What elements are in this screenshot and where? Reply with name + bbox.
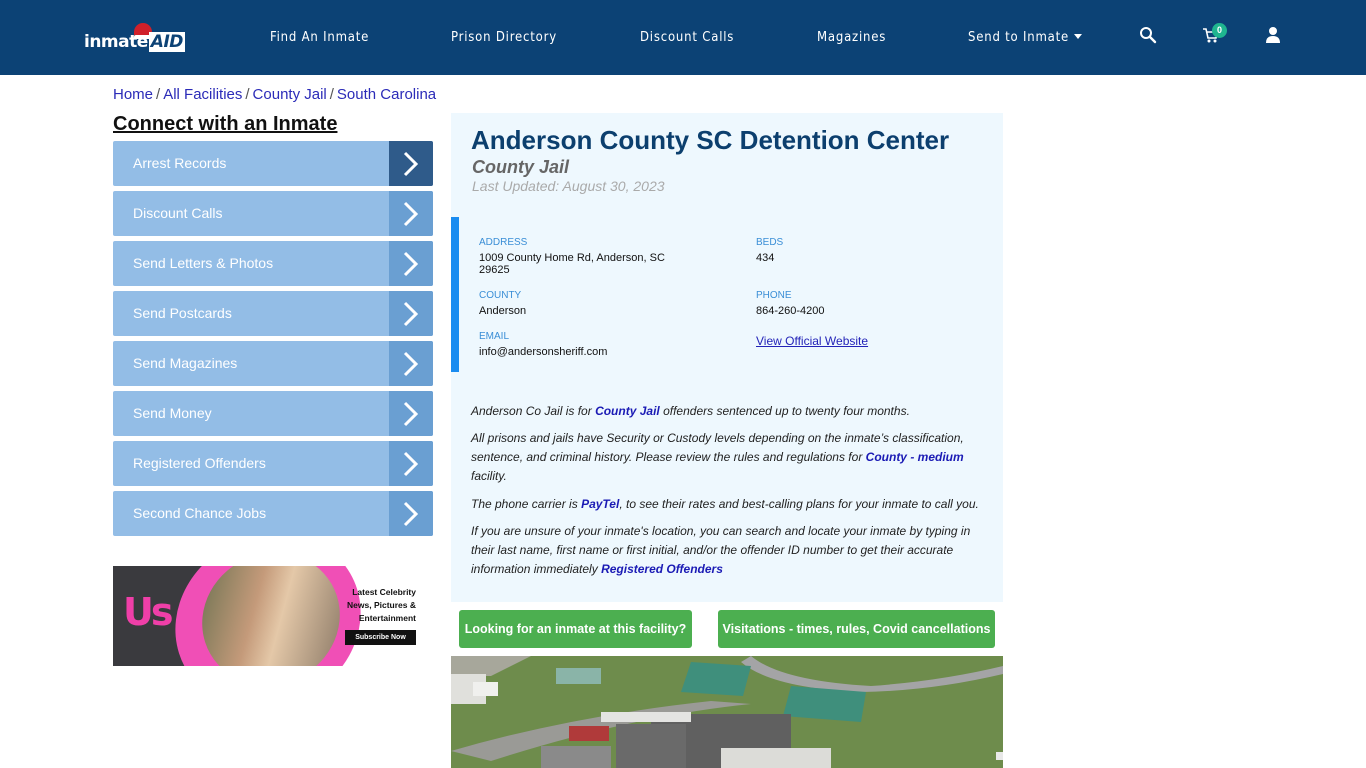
breadcrumb-county-jail[interactable]: County Jail	[253, 86, 327, 103]
cart-count-badge: 0	[1212, 23, 1227, 38]
top-navigation-bar: inmate AID Find An Inmate Prison Director…	[0, 0, 1366, 75]
phone-label: PHONE	[756, 290, 792, 301]
sidebar-item-discount-calls[interactable]: Discount Calls	[113, 191, 433, 236]
email-label: EMAIL	[479, 331, 510, 342]
nav-discount-calls[interactable]: Discount Calls	[640, 30, 734, 45]
nav-find-an-inmate[interactable]: Find An Inmate	[270, 30, 369, 45]
connect-with-inmate-heading[interactable]: Connect with an Inmate	[113, 113, 337, 136]
user-icon[interactable]	[1265, 26, 1287, 48]
us-weekly-logo: Us	[123, 590, 174, 634]
sidebar-item-send-money[interactable]: Send Money	[113, 391, 433, 436]
email-value: info@andersonsheriff.com	[479, 346, 608, 358]
us-weekly-ad-banner[interactable]: Us Latest Celebrity News, Pictures & Ent…	[113, 566, 433, 666]
sidebar-item-label: Send Postcards	[133, 305, 232, 321]
chevron-right-icon	[389, 241, 433, 286]
chevron-right-icon	[389, 441, 433, 486]
logo-text: inmate AID	[84, 32, 185, 52]
subscribe-now-button[interactable]: Subscribe Now	[345, 630, 416, 645]
chevron-right-icon	[389, 141, 433, 186]
sidebar-item-label: Registered Offenders	[133, 455, 266, 471]
beds-value: 434	[756, 252, 775, 264]
breadcrumb-home[interactable]: Home	[113, 86, 153, 103]
sidebar-item-label: Arrest Records	[133, 155, 227, 171]
chevron-right-icon	[389, 491, 433, 536]
chevron-right-icon	[389, 291, 433, 336]
sidebar-item-label: Second Chance Jobs	[133, 505, 267, 521]
paytel-link[interactable]: PayTel	[581, 497, 619, 511]
address-label: ADDRESS	[479, 237, 528, 248]
county-label: COUNTY	[479, 290, 522, 301]
facility-type: County Jail	[472, 157, 570, 177]
facility-title: Anderson County SC Detention Center	[471, 125, 950, 155]
nav-magazines[interactable]: Magazines	[817, 30, 886, 45]
breadcrumb-south-carolina[interactable]: South Carolina	[337, 86, 436, 103]
description-paragraph: All prisons and jails have Security or C…	[471, 431, 964, 483]
address-value: 1009 County Home Rd, Anderson, SC 29625	[479, 252, 665, 276]
breadcrumb-all-facilities[interactable]: All Facilities	[163, 86, 242, 103]
phone-value: 864-260-4200	[756, 305, 825, 317]
sidebar-item-label: Send Money	[133, 405, 212, 421]
connect-menu: Arrest Records Discount Calls Send Lette…	[113, 141, 433, 541]
description-paragraph: If you are unsure of your inmate's locat…	[471, 524, 971, 576]
aerial-photo-illustration	[451, 656, 1003, 768]
sidebar-item-arrest-records[interactable]: Arrest Records	[113, 141, 433, 186]
sidebar-item-send-postcards[interactable]: Send Postcards	[113, 291, 433, 336]
description-paragraph: The phone carrier is PayTel, to see thei…	[471, 497, 979, 511]
nav-send-to-inmate[interactable]: Send to Inmate	[968, 30, 1083, 45]
sidebar-item-label: Send Letters & Photos	[133, 255, 274, 271]
sidebar-item-registered-offenders[interactable]: Registered Offenders	[113, 441, 433, 486]
sidebar-item-send-letters-photos[interactable]: Send Letters & Photos	[113, 241, 433, 286]
sidebar-item-label: Discount Calls	[133, 205, 223, 221]
ad-tagline: Latest Celebrity News, Pictures & Entert…	[347, 587, 416, 623]
sidebar-item-label: Send Magazines	[133, 355, 238, 371]
chevron-right-icon	[389, 191, 433, 236]
facility-aerial-photo	[451, 656, 1003, 768]
sidebar-item-send-magazines[interactable]: Send Magazines	[113, 341, 433, 386]
chevron-right-icon	[389, 391, 433, 436]
nav-prison-directory[interactable]: Prison Directory	[451, 30, 557, 45]
county-jail-link[interactable]: County Jail	[595, 404, 660, 418]
inmateaid-logo[interactable]: inmate AID	[84, 22, 185, 56]
view-official-website-link[interactable]: View Official Website	[756, 334, 868, 348]
sidebar-item-second-chance-jobs[interactable]: Second Chance Jobs	[113, 491, 433, 536]
chevron-right-icon	[389, 341, 433, 386]
visitations-button[interactable]: Visitations - times, rules, Covid cancel…	[718, 610, 995, 648]
breadcrumb: Home / All Facilities / County Jail / South Ca…	[113, 86, 437, 103]
county-value: Anderson	[479, 305, 527, 317]
beds-label: BEDS	[756, 237, 784, 248]
last-updated: Last Updated: August 30, 2023	[472, 178, 665, 194]
info-accent-bar	[451, 217, 459, 372]
search-icon[interactable]	[1139, 26, 1161, 48]
find-inmate-at-facility-button[interactable]: Looking for an inmate at this facility?	[459, 610, 692, 648]
description-paragraph: Anderson Co Jail is for County Jail offe…	[471, 404, 910, 418]
county-medium-link[interactable]: County - medium	[866, 450, 964, 464]
registered-offenders-link[interactable]: Registered Offenders	[601, 562, 723, 576]
caret-down-icon	[1074, 34, 1083, 39]
